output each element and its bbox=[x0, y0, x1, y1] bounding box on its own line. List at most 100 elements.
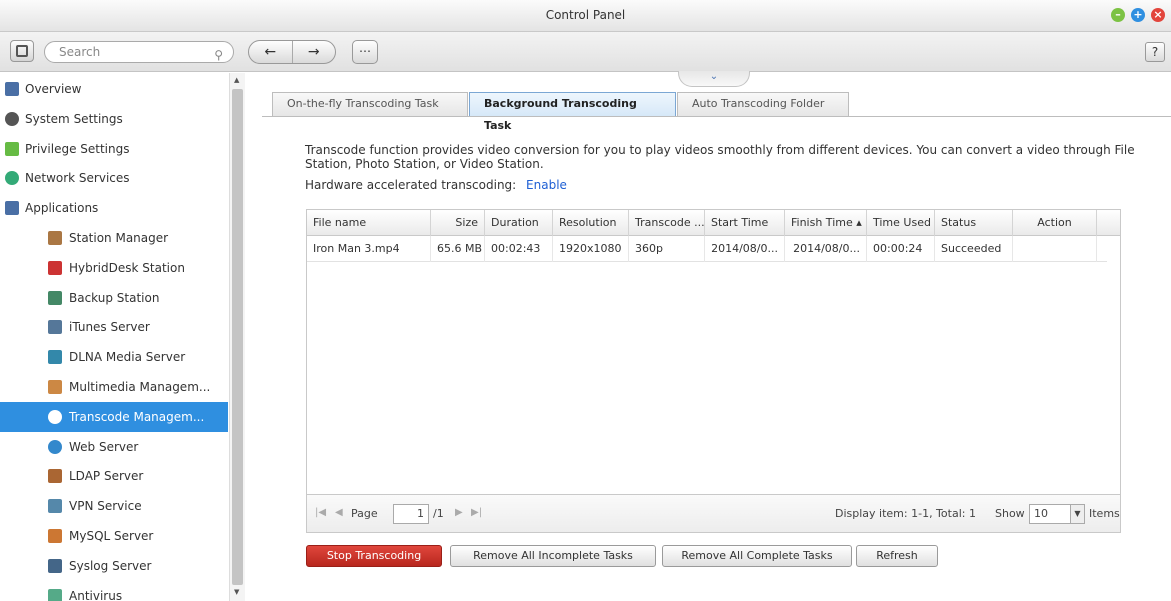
sidebar-item[interactable]: DLNA Media Server bbox=[0, 342, 228, 372]
enable-link[interactable]: Enable bbox=[526, 178, 567, 192]
table-row[interactable]: Iron Man 3.mp4 65.6 MB 00:02:43 1920x1080 36… bbox=[307, 236, 1107, 262]
column-header[interactable]: Time Used bbox=[867, 210, 935, 236]
page-input[interactable]: 1 bbox=[393, 504, 429, 524]
multimedia-icon bbox=[48, 380, 62, 394]
sidebar-item[interactable]: Network Services bbox=[0, 163, 228, 193]
prev-page-icon[interactable]: ◀ bbox=[335, 507, 343, 518]
scroll-thumb[interactable] bbox=[232, 89, 243, 585]
page-label: Page bbox=[351, 507, 378, 520]
column-header[interactable]: Status bbox=[935, 210, 1013, 236]
mysql-icon bbox=[48, 529, 62, 543]
column-header[interactable]: Size bbox=[431, 210, 485, 236]
sidebar-scrollbar[interactable]: ▲ ▼ bbox=[229, 73, 245, 601]
tab-on-the-fly[interactable]: On-the-fly Transcoding Task bbox=[272, 92, 468, 116]
last-page-icon[interactable]: ▶| bbox=[471, 507, 482, 518]
remove-complete-button[interactable]: Remove All Complete Tasks bbox=[662, 545, 852, 567]
station-manager-icon bbox=[48, 231, 62, 245]
column-header[interactable]: Resolution bbox=[553, 210, 629, 236]
sidebar-item-label: HybridDesk Station bbox=[69, 260, 185, 275]
vpn-icon bbox=[48, 499, 62, 514]
collapse-toolbar-chevron-icon[interactable]: ⌄ bbox=[678, 71, 750, 87]
stop-transcoding-button[interactable]: Stop Transcoding bbox=[306, 545, 442, 567]
hd-icon bbox=[48, 260, 62, 275]
scroll-up-icon[interactable]: ▲ bbox=[234, 76, 239, 84]
task-table: File name Size Duration Resolution Transcode… bbox=[306, 209, 1121, 533]
sidebar-item[interactable]: Web Server bbox=[0, 432, 228, 462]
apps-grid-button[interactable]: ⋯ bbox=[352, 40, 378, 64]
sidebar-item[interactable]: Multimedia Managem... bbox=[0, 372, 228, 402]
gear-icon bbox=[5, 111, 19, 126]
column-header[interactable]: Start Time bbox=[705, 210, 785, 236]
help-button[interactable]: ? bbox=[1145, 42, 1165, 62]
tab-divider bbox=[262, 116, 1171, 117]
globe-icon bbox=[48, 439, 62, 454]
table-cell: 1920x1080 bbox=[553, 236, 629, 262]
sidebar-item-label: Web Server bbox=[69, 439, 139, 454]
sidebar-item-label: Applications bbox=[25, 201, 99, 216]
sidebar-item[interactable]: LDAP Server bbox=[0, 461, 228, 491]
sidebar-item[interactable]: VPN Service bbox=[0, 491, 228, 521]
menu-icon bbox=[16, 45, 28, 57]
first-page-icon[interactable]: |◀ bbox=[315, 507, 326, 518]
table-cell bbox=[1013, 236, 1097, 262]
column-header[interactable]: File name bbox=[307, 210, 431, 236]
sidebar-item[interactable]: Station Manager bbox=[0, 223, 228, 253]
hw-accel-label: Hardware accelerated transcoding: bbox=[305, 178, 517, 192]
title-bar: Control Panel – + × bbox=[0, 0, 1171, 32]
backup-icon bbox=[48, 290, 62, 305]
sidebar-item[interactable]: MySQL Server bbox=[0, 521, 228, 551]
chevron-down-icon: ▼ bbox=[1070, 505, 1084, 523]
total-pages: /1 bbox=[433, 507, 444, 520]
column-header[interactable]: Duration bbox=[485, 210, 553, 236]
sidebar-item[interactable]: Overview bbox=[0, 74, 228, 104]
column-header[interactable]: Action bbox=[1013, 210, 1097, 236]
search-input[interactable]: Search ⚲ bbox=[44, 41, 234, 63]
remove-incomplete-button[interactable]: Remove All Incomplete Tasks bbox=[450, 545, 656, 567]
scroll-down-icon[interactable]: ▼ bbox=[234, 588, 239, 596]
back-button[interactable]: ← bbox=[249, 41, 293, 63]
forward-button[interactable]: → bbox=[293, 41, 336, 63]
page-size-select[interactable]: 10 ▼ bbox=[1029, 504, 1085, 524]
tab-background[interactable]: Background Transcoding Task bbox=[469, 92, 676, 132]
sidebar-item[interactable]: Privilege Settings bbox=[0, 134, 228, 164]
pager-bar: |◀ ◀ Page 1 /1 ▶ ▶| Display item: 1-1, T… bbox=[307, 494, 1120, 532]
column-header[interactable]: Finish Time ▴ bbox=[785, 210, 867, 236]
window-controls: – + × bbox=[1111, 8, 1165, 22]
next-page-icon[interactable]: ▶ bbox=[455, 507, 463, 518]
dlna-icon bbox=[48, 350, 62, 365]
sidebar-item[interactable]: System Settings bbox=[0, 104, 228, 134]
refresh-button[interactable]: Refresh bbox=[856, 545, 938, 567]
table-cell: 2014/08/0... bbox=[705, 236, 785, 262]
sidebar-item[interactable]: Applications bbox=[0, 193, 228, 223]
display-info: Display item: 1-1, Total: 1 bbox=[835, 507, 976, 520]
search-placeholder: Search bbox=[59, 45, 101, 59]
overview-icon bbox=[5, 82, 19, 96]
sidebar-item-label: System Settings bbox=[25, 111, 123, 126]
antivirus-icon bbox=[48, 588, 62, 601]
minimize-icon[interactable]: – bbox=[1111, 8, 1125, 22]
sidebar-item[interactable]: Backup Station bbox=[0, 283, 228, 313]
sidebar-item-label: Privilege Settings bbox=[25, 141, 130, 156]
column-header[interactable]: Transcode ... bbox=[629, 210, 705, 236]
sidebar-item-label: Station Manager bbox=[69, 231, 169, 245]
sidebar-item[interactable]: HybridDesk Station bbox=[0, 253, 228, 283]
search-icon: ⚲ bbox=[214, 48, 223, 62]
sidebar-item[interactable]: Transcode Managem... bbox=[0, 401, 228, 432]
maximize-icon[interactable]: + bbox=[1131, 8, 1145, 22]
toolbar: Search ⚲ ← → ⋯ ? bbox=[0, 32, 1171, 72]
table-cell: Succeeded bbox=[935, 236, 1013, 262]
sidebar-item-label: Overview bbox=[25, 82, 82, 96]
table-cell: 00:00:24 bbox=[867, 236, 935, 262]
sidebar-item-label: Syslog Server bbox=[69, 558, 152, 573]
tab-auto-folder[interactable]: Auto Transcoding Folder bbox=[677, 92, 849, 116]
close-icon[interactable]: × bbox=[1151, 8, 1165, 22]
menu-button[interactable] bbox=[10, 40, 34, 62]
sidebar-item[interactable]: Syslog Server bbox=[0, 551, 228, 581]
table-cell: 65.6 MB bbox=[431, 236, 485, 262]
sidebar-item[interactable]: iTunes Server bbox=[0, 312, 228, 342]
sidebar-item[interactable]: Antivirus bbox=[0, 581, 228, 601]
sidebar-item-label: Network Services bbox=[25, 171, 130, 186]
table-cell: 2014/08/0... bbox=[785, 236, 867, 262]
sidebar-item-label: Antivirus bbox=[69, 588, 123, 601]
items-label: Items bbox=[1089, 507, 1120, 520]
